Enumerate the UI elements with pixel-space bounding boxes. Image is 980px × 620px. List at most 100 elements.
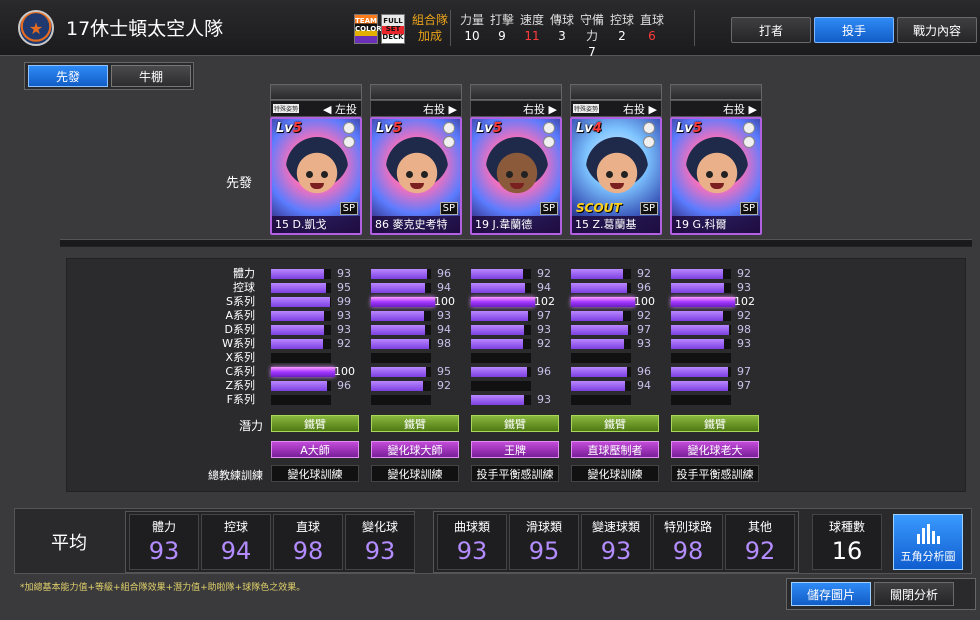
stat-label: 體力 xyxy=(233,267,255,280)
stat-value: 97 xyxy=(537,309,551,322)
stat-bar: 93 xyxy=(571,337,671,350)
sp-badge: SP xyxy=(739,202,758,215)
stat-bar-fill xyxy=(671,339,724,349)
special-skill-badge[interactable]: 變化球老大 xyxy=(671,441,759,458)
stat-bar xyxy=(671,353,771,363)
eye-icon xyxy=(621,171,628,178)
stat-bar: 93 xyxy=(371,309,471,322)
card-slot-tab[interactable] xyxy=(670,84,762,100)
stat-value: 96 xyxy=(337,379,351,392)
combo-stat: 力量 10 xyxy=(457,12,487,44)
stat-value: 99 xyxy=(337,295,351,308)
player-card[interactable]: EP Lv5 SP19 G.科爾 xyxy=(670,117,762,235)
special-skill-badge[interactable]: A大師 xyxy=(271,441,359,458)
average-pitch-label: 曲球類 xyxy=(453,520,490,534)
average-pitch-label: 其他 xyxy=(747,520,772,534)
stat-bar: 94 xyxy=(371,323,471,336)
stat-value: 93 xyxy=(337,309,351,322)
player-card[interactable]: Lv4 SCOUT SP 15 Z.葛蘭基 xyxy=(570,117,662,235)
stat-bar-fill xyxy=(571,339,624,349)
combo-stat-label: 速度 xyxy=(519,13,544,27)
stats-panel: 體力 控球 S系列 A系列 D系列 W系列 X系列 C系列 Z系列 F系列 93 95 99 93 93 9… xyxy=(66,258,966,492)
stat-bar-fill xyxy=(671,311,723,321)
potential-badge[interactable]: 鐵臂 xyxy=(271,415,359,432)
card-slot-tab[interactable] xyxy=(470,84,562,100)
coach-training-badge[interactable]: 變化球訓練 xyxy=(271,465,359,482)
card-slot: 右投 ▶ EP Lv5 SP19 G.科爾 xyxy=(670,84,762,235)
stat-label: Z系列 xyxy=(225,379,255,392)
potential-badge[interactable]: 鐵臂 xyxy=(471,415,559,432)
stat-value: 97 xyxy=(737,365,751,378)
special-skill-badge[interactable]: 直球壓制者 xyxy=(571,441,659,458)
pentagon-analysis-button[interactable]: 五角分析圖 xyxy=(893,514,963,570)
special-skill-badge[interactable]: 變化球大師 xyxy=(371,441,459,458)
stat-bar: 92 xyxy=(271,337,371,350)
stat-value: 102 xyxy=(734,295,755,308)
player-avatar xyxy=(686,137,748,199)
card-slot-tab[interactable] xyxy=(570,84,662,100)
stat-bar-fill xyxy=(371,311,424,321)
stat-bar: 100 xyxy=(271,365,371,378)
potential-badge[interactable]: 鐵臂 xyxy=(671,415,759,432)
eye-icon xyxy=(506,171,513,178)
stat-bar-fill xyxy=(471,395,524,405)
coach-training-badge[interactable]: 變化球訓練 xyxy=(371,465,459,482)
team-name: 17休士頓太空人隊 xyxy=(66,18,224,40)
card-slot-tab[interactable] xyxy=(270,84,362,100)
coach-training-badge[interactable]: 投手平衡感訓練 xyxy=(471,465,559,482)
tab-starter[interactable]: 先發 xyxy=(28,65,108,87)
pitcher-button[interactable]: 投手 xyxy=(814,17,894,43)
rotation-tab-group: 先發 牛棚 xyxy=(24,62,194,90)
stat-bar: 92 xyxy=(671,267,771,280)
coach-training-badge[interactable]: 變化球訓練 xyxy=(571,465,659,482)
player-avatar xyxy=(586,137,648,199)
card-slot-tab[interactable] xyxy=(370,84,462,100)
stat-value: 94 xyxy=(537,281,551,294)
mouth-icon xyxy=(710,183,724,189)
stat-value: 92 xyxy=(637,267,651,280)
stat-bar-track xyxy=(471,353,531,363)
sp-badge: SP xyxy=(539,202,558,215)
tab-bullpen[interactable]: 牛棚 xyxy=(111,65,191,87)
stat-bar-fill xyxy=(671,297,735,307)
full-set-deck-badge: FULL SET DECK xyxy=(381,14,405,44)
card-level-value: 4 xyxy=(592,121,602,136)
stat-bar: 95 xyxy=(371,365,471,378)
stat-bar: 92 xyxy=(471,337,571,350)
player-avatar xyxy=(386,137,448,199)
special-skill-badge[interactable]: 王牌 xyxy=(471,441,559,458)
save-image-button[interactable]: 儲存圖片 xyxy=(791,582,871,606)
stat-bar-fill xyxy=(271,381,327,391)
card-level: Lv4 xyxy=(576,121,602,136)
combo-stat-value: 11 xyxy=(524,29,540,43)
baseball-icon xyxy=(343,122,355,134)
potential-badge[interactable]: 鐵臂 xyxy=(371,415,459,432)
batter-button[interactable]: 打者 xyxy=(731,17,811,43)
eye-icon xyxy=(406,171,413,178)
combo-label-line1: 組合隊 xyxy=(412,13,449,27)
combo-label-line2: 加成 xyxy=(418,29,443,43)
close-analysis-button[interactable]: 關閉分析 xyxy=(874,582,954,606)
stat-value: 93 xyxy=(537,323,551,336)
stat-bar-fill xyxy=(271,367,335,377)
baseball-icon xyxy=(743,122,755,134)
average-pitch-label: 滑球類 xyxy=(525,520,562,534)
card-slot: 右投 ▶ EP Lv5 SP19 J.韋蘭德 xyxy=(470,84,562,235)
stat-bar: 92 xyxy=(571,309,671,322)
player-card[interactable]: EP Lv5 SP19 J.韋蘭德 xyxy=(470,117,562,235)
stat-bar: 93 xyxy=(271,323,371,336)
throwing-hand-label: ◀ 左投 xyxy=(323,102,357,116)
combo-stat: 速度 11 xyxy=(517,12,547,44)
average-stat-label: 變化球 xyxy=(361,520,398,534)
coach-training-badge[interactable]: 投手平衡感訓練 xyxy=(671,465,759,482)
player-card[interactable]: Lv5 SP 15 D.凱戈 xyxy=(270,117,362,235)
potential-badge[interactable]: 鐵臂 xyxy=(571,415,659,432)
stat-bar-fill xyxy=(371,367,426,377)
player-card[interactable]: Lv5 SP 86 麥克史考特 xyxy=(370,117,462,235)
stat-bar-track xyxy=(271,353,331,363)
stat-value: 98 xyxy=(437,337,451,350)
power-content-button[interactable]: 戰力內容 xyxy=(897,17,977,43)
stat-bar-fill xyxy=(471,367,527,377)
throwing-hand: 右投 ▶ xyxy=(470,100,562,117)
stat-bar xyxy=(671,395,771,405)
